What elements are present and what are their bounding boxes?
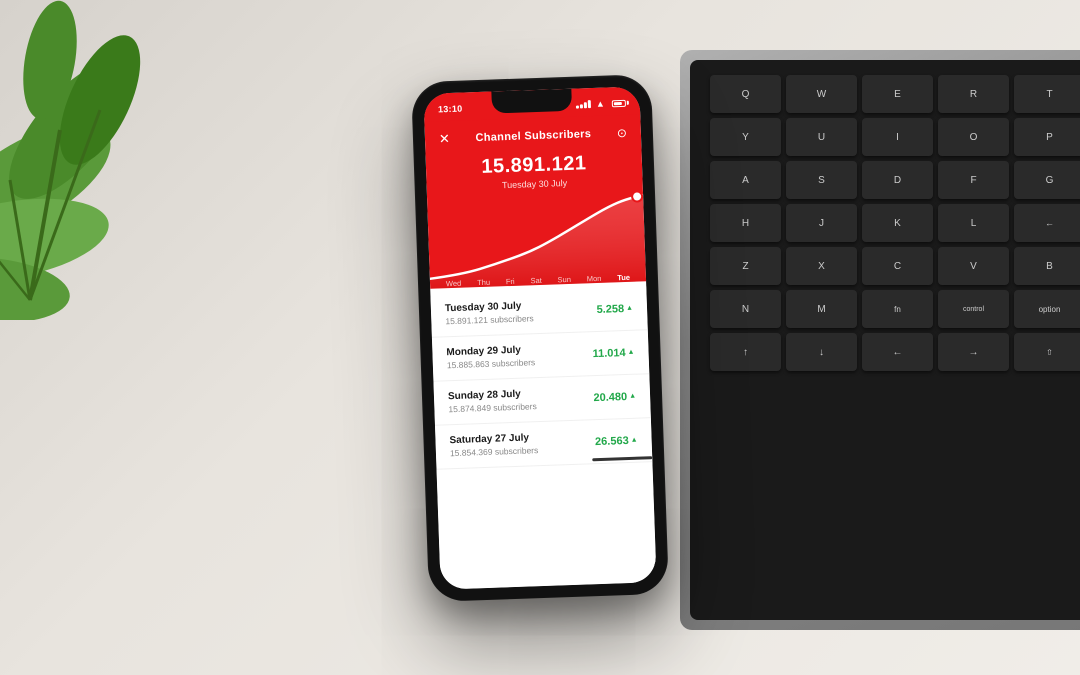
key-p: P bbox=[1014, 118, 1080, 156]
day-label-sat: Sat bbox=[530, 275, 542, 284]
day-label-mon: Mon bbox=[587, 273, 602, 283]
key-v: V bbox=[938, 247, 1009, 285]
key-u: U bbox=[786, 118, 857, 156]
day-label-fri: Fri bbox=[506, 276, 515, 285]
key-backspace: ← bbox=[1014, 204, 1080, 242]
key-q: Q bbox=[710, 75, 781, 113]
up-arrow-4: ▲ bbox=[631, 436, 638, 443]
key-z: Z bbox=[710, 247, 781, 285]
key-x: X bbox=[786, 247, 857, 285]
day-label-tue: Tue bbox=[617, 272, 630, 281]
key-s: S bbox=[786, 161, 857, 199]
key-option: option bbox=[1014, 290, 1080, 328]
list-item[interactable]: Saturday 27 July 15.854.369 subscribers … bbox=[435, 418, 652, 470]
chart-area bbox=[427, 181, 646, 288]
day-label-sun: Sun bbox=[557, 274, 571, 283]
key-shift: ⇧ bbox=[1014, 333, 1080, 371]
key-e: E bbox=[862, 75, 933, 113]
wifi-icon: ▲ bbox=[596, 98, 605, 108]
laptop-keyboard: Q W E R T Y U I O P A S D F G H J K L ← … bbox=[680, 50, 1080, 630]
gain-row-2: 11.014 ▲ bbox=[592, 346, 634, 359]
key-d: D bbox=[862, 161, 933, 199]
key-b: B bbox=[1014, 247, 1080, 285]
up-arrow-2: ▲ bbox=[627, 348, 634, 355]
key-n: N bbox=[710, 290, 781, 328]
key-h: H bbox=[710, 204, 781, 242]
key-right-arrow: → bbox=[938, 333, 1009, 371]
key-r: R bbox=[938, 75, 1009, 113]
phone-screen: 13:10 ▲ bbox=[423, 86, 656, 589]
key-f: F bbox=[938, 161, 1009, 199]
key-control: control bbox=[938, 290, 1009, 328]
up-arrow-1: ▲ bbox=[626, 304, 633, 311]
gain-row-3: 20.480 ▲ bbox=[593, 390, 636, 403]
close-button[interactable]: ✕ bbox=[439, 131, 450, 147]
status-icons: ▲ bbox=[576, 97, 626, 109]
key-k: K bbox=[862, 204, 933, 242]
battery-icon bbox=[612, 99, 626, 106]
subs-label-row-3: 15.874.849 subscribers bbox=[448, 401, 537, 414]
key-o: O bbox=[938, 118, 1009, 156]
subs-label-row-2: 15.885.863 subscribers bbox=[447, 357, 536, 370]
list-area: Tuesday 30 July 15.891.121 subscribers 5… bbox=[430, 286, 656, 589]
key-t: T bbox=[1014, 75, 1080, 113]
key-left-arrow: ← bbox=[862, 333, 933, 371]
key-m: M bbox=[786, 290, 857, 328]
day-label-row-4: Saturday 27 July bbox=[449, 432, 538, 446]
phone: 13:10 ▲ bbox=[411, 73, 669, 601]
subs-label-row-4: 15.854.369 subscribers bbox=[450, 445, 539, 458]
plant-decoration bbox=[0, 0, 250, 320]
key-g: G bbox=[1014, 161, 1080, 199]
scene: Q W E R T Y U I O P A S D F G H J K L ← … bbox=[0, 0, 1080, 675]
key-j: J bbox=[786, 204, 857, 242]
list-item[interactable]: Sunday 28 July 15.874.849 subscribers 20… bbox=[433, 374, 650, 426]
key-down-arrow: ↓ bbox=[786, 333, 857, 371]
up-arrow-3: ▲ bbox=[629, 392, 636, 399]
key-i: I bbox=[862, 118, 933, 156]
signal-bar-2 bbox=[580, 104, 583, 108]
key-l: L bbox=[938, 204, 1009, 242]
key-fn: fn bbox=[862, 290, 933, 328]
day-label-thu: Thu bbox=[477, 277, 490, 286]
key-a: A bbox=[710, 161, 781, 199]
key-c: C bbox=[862, 247, 933, 285]
signal-bar-1 bbox=[576, 105, 579, 108]
status-time: 13:10 bbox=[438, 103, 463, 114]
key-w: W bbox=[786, 75, 857, 113]
notch bbox=[491, 88, 572, 113]
day-label-row-2: Monday 29 July bbox=[446, 344, 535, 358]
key-up-arrow: ↑ bbox=[710, 333, 781, 371]
list-item[interactable]: Tuesday 30 July 15.891.121 subscribers 5… bbox=[430, 286, 647, 338]
key-y: Y bbox=[710, 118, 781, 156]
page-title: Channel Subscribers bbox=[475, 128, 591, 144]
gain-row-1: 5.258 ▲ bbox=[596, 302, 633, 315]
subs-label-row-1: 15.891.121 subscribers bbox=[445, 313, 534, 326]
day-label-row-1: Tuesday 30 July bbox=[445, 300, 534, 314]
signal-bar-3 bbox=[584, 102, 587, 108]
list-item[interactable]: Monday 29 July 15.885.863 subscribers 11… bbox=[432, 330, 649, 382]
day-label-row-3: Sunday 28 July bbox=[448, 388, 537, 402]
signal-bar-4 bbox=[588, 100, 591, 108]
camera-icon[interactable]: ⊙ bbox=[617, 125, 628, 139]
gain-row-4: 26.563 ▲ bbox=[595, 434, 638, 447]
day-label-wed: Wed bbox=[446, 278, 462, 288]
